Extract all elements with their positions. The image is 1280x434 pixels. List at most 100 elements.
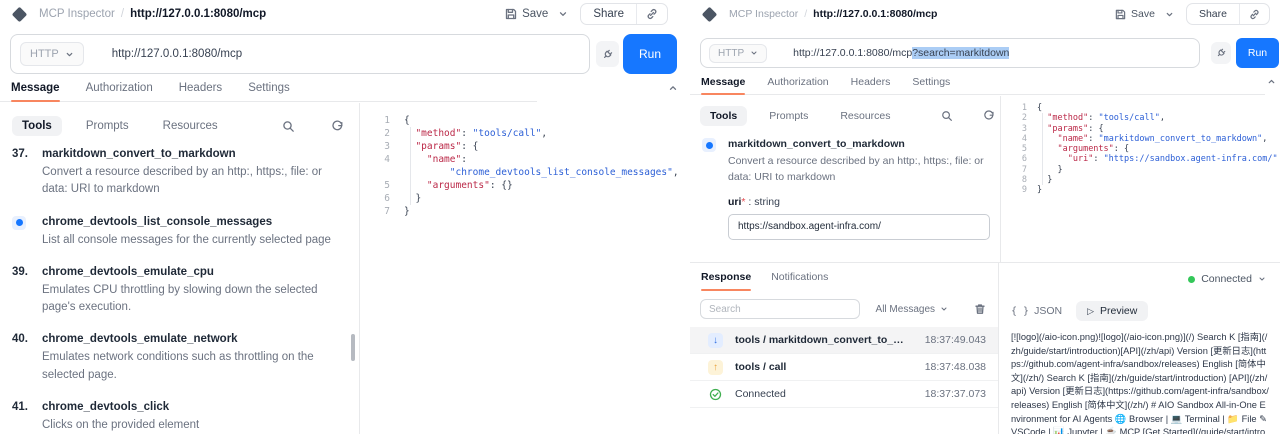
tool-name: chrome_devtools_list_console_messages xyxy=(42,216,272,228)
url-selected-text: ?search=markitdown xyxy=(912,47,1009,59)
tool-item[interactable]: 39. chrome_devtools_emulate_cpu Emulates… xyxy=(12,266,346,317)
mcp-logo-icon xyxy=(12,6,28,22)
copy-link-button[interactable] xyxy=(1240,5,1269,24)
tab-settings[interactable]: Settings xyxy=(912,75,950,89)
message-timestamp: 18:37:37.073 xyxy=(925,388,986,400)
subtab-prompts[interactable]: Prompts xyxy=(759,106,818,126)
chevron-up-icon xyxy=(668,83,678,93)
tab-settings[interactable]: Settings xyxy=(248,81,290,95)
json-request-editor[interactable]: 1{2 "method": "tools/call",3 "params": {… xyxy=(1005,99,1280,262)
message-row[interactable]: ↓ tools / markitdown_convert_to_mar... 1… xyxy=(690,327,998,354)
uri-param-input[interactable] xyxy=(728,214,990,240)
tab-message[interactable]: Message xyxy=(11,81,60,95)
url-input[interactable]: http://127.0.0.1:8080/mcp xyxy=(112,48,242,60)
preview-view-button[interactable]: ▷ Preview xyxy=(1076,301,1148,321)
message-row[interactable]: ↑ tools / call 18:37:48.038 xyxy=(690,354,998,381)
tab-authorization[interactable]: Authorization xyxy=(86,81,153,95)
save-dropdown-button[interactable] xyxy=(1161,7,1178,22)
share-button-group: Share xyxy=(1186,3,1270,25)
chevron-down-icon xyxy=(1165,10,1174,19)
view-toggle: { } JSON ▷ Preview xyxy=(999,285,1280,321)
message-filter-dropdown[interactable]: All Messages xyxy=(876,304,948,315)
selected-tool-dot-icon xyxy=(702,138,716,152)
chevron-down-icon xyxy=(65,50,74,59)
tool-index: 40. xyxy=(12,333,42,384)
tool-item[interactable]: 41. chrome_devtools_click Clicks on the … xyxy=(12,401,346,434)
clear-messages-button[interactable] xyxy=(972,301,988,317)
subtab-tools[interactable]: Tools xyxy=(12,116,62,136)
tab-notifications[interactable]: Notifications xyxy=(771,271,828,284)
run-button[interactable]: Run xyxy=(1236,38,1279,68)
protocol-select[interactable]: HTTP xyxy=(709,44,767,63)
save-icon xyxy=(505,8,517,20)
tool-item-selected[interactable]: markitdown_convert_to_markdown Convert a… xyxy=(700,138,988,186)
share-button[interactable]: Share xyxy=(1187,4,1239,24)
run-button[interactable]: Run xyxy=(623,34,677,74)
tab-response[interactable]: Response xyxy=(701,271,751,284)
chevron-down-icon xyxy=(750,49,758,57)
subtab-resources[interactable]: Resources xyxy=(830,106,900,126)
json-view-button[interactable]: { } JSON xyxy=(1011,305,1062,317)
search-icon xyxy=(941,110,953,122)
search-tools-button[interactable] xyxy=(280,118,297,135)
selected-tool-dot-icon xyxy=(12,216,26,230)
subtab-resources[interactable]: Resources xyxy=(153,116,228,136)
link-icon xyxy=(646,8,658,20)
message-label: tools / markitdown_convert_to_mar... xyxy=(735,334,913,346)
outgoing-arrow-icon: ↑ xyxy=(708,360,723,375)
refresh-tools-button[interactable] xyxy=(981,108,997,124)
right-inspector-window: MCP Inspector / http://127.0.0.1:8080/mc… xyxy=(690,0,1280,434)
tools-column: Tools Prompts Resources 37. markitdown_c… xyxy=(0,104,358,434)
trash-icon xyxy=(974,303,986,315)
refresh-tools-button[interactable] xyxy=(329,118,346,135)
tool-item[interactable]: 40. chrome_devtools_emulate_network Emul… xyxy=(12,333,346,384)
indent-guide xyxy=(1042,113,1043,185)
tool-index: 41. xyxy=(12,401,42,434)
response-controls: All Messages xyxy=(690,291,998,327)
search-tools-button[interactable] xyxy=(939,108,955,124)
tab-message[interactable]: Message xyxy=(701,75,745,89)
url-input[interactable]: http://127.0.0.1:8080/mcp?search=markitd… xyxy=(793,47,1009,59)
response-search-input[interactable] xyxy=(700,299,860,319)
tool-item[interactable]: 37. markitdown_convert_to_markdown Conve… xyxy=(12,148,346,199)
tab-headers[interactable]: Headers xyxy=(179,81,222,95)
connection-status[interactable]: Connected xyxy=(999,263,1280,285)
refresh-icon xyxy=(983,110,995,122)
tool-name: chrome_devtools_click xyxy=(42,401,169,413)
connection-settings-button[interactable] xyxy=(596,41,619,67)
chevron-down-icon xyxy=(940,305,948,313)
header-bar: MCP Inspector / http://127.0.0.1:8080/mc… xyxy=(690,0,1280,28)
breadcrumb-app: MCP Inspector xyxy=(39,8,115,20)
tool-item-selected[interactable]: chrome_devtools_list_console_messages Li… xyxy=(12,216,346,249)
tool-name: markitdown_convert_to_markdown xyxy=(42,148,236,160)
tools-column: Tools Prompts Resources markitdown_conve… xyxy=(690,98,998,262)
request-url-bar: HTTP http://127.0.0.1:8080/mcp?search=ma… xyxy=(700,38,1200,68)
save-dropdown-button[interactable] xyxy=(554,6,572,22)
tool-index: 37. xyxy=(12,148,42,199)
connection-settings-icon xyxy=(601,48,614,61)
message-row[interactable]: Connected 18:37:37.073 xyxy=(690,381,998,408)
share-button[interactable]: Share xyxy=(581,4,636,24)
tool-description: Clicks on the provided element xyxy=(42,417,199,434)
copy-link-button[interactable] xyxy=(637,4,667,24)
subtab-tools[interactable]: Tools xyxy=(700,106,747,126)
breadcrumb-separator: / xyxy=(121,8,124,20)
tool-list: 37. markitdown_convert_to_markdown Conve… xyxy=(12,148,346,434)
breadcrumb-separator: / xyxy=(804,8,807,20)
collapse-section-button[interactable] xyxy=(668,83,678,93)
chevron-up-icon xyxy=(1267,77,1276,86)
chevron-down-icon xyxy=(1258,275,1266,283)
connection-settings-button[interactable] xyxy=(1211,42,1231,64)
subtab-prompts[interactable]: Prompts xyxy=(76,116,139,136)
collapse-section-button[interactable] xyxy=(1267,77,1276,86)
json-request-editor[interactable]: 1{2 "method": "tools/call",3 "params": {… xyxy=(360,104,678,434)
tab-headers[interactable]: Headers xyxy=(851,75,891,89)
play-icon: ▷ xyxy=(1087,306,1094,317)
tool-list-scrollbar[interactable] xyxy=(351,334,355,361)
tool-index: 39. xyxy=(12,266,42,317)
save-button[interactable]: Save xyxy=(1109,5,1161,23)
status-green-dot-icon xyxy=(1188,276,1195,283)
tab-authorization[interactable]: Authorization xyxy=(767,75,828,89)
save-button[interactable]: Save xyxy=(499,5,554,23)
protocol-select[interactable]: HTTP xyxy=(20,42,84,66)
